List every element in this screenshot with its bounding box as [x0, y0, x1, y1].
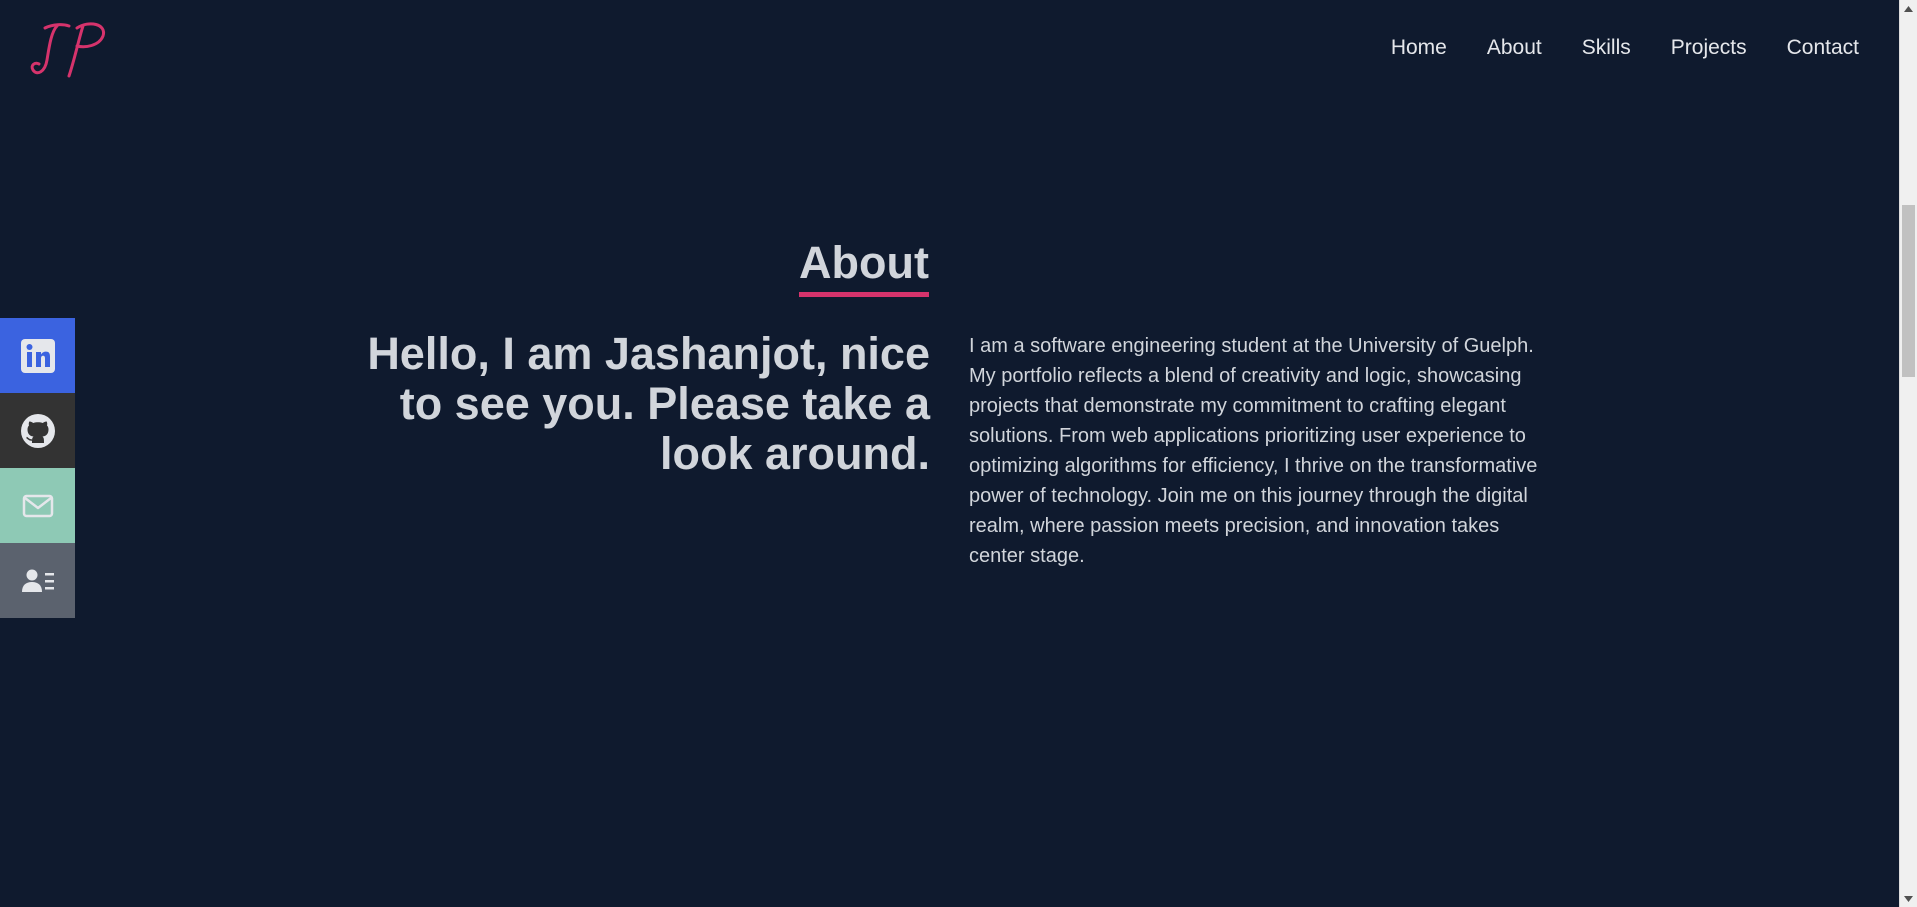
nav-home[interactable]: Home	[1391, 36, 1447, 60]
github-button[interactable]	[0, 393, 75, 468]
greeting-heading: Hello, I am Jashanjot, nice to see you. …	[367, 328, 930, 479]
about-heading: About	[799, 238, 929, 297]
scroll-down-arrow[interactable]	[1900, 890, 1917, 907]
logo[interactable]	[27, 18, 109, 80]
scroll-up-arrow[interactable]	[1900, 0, 1917, 17]
linkedin-icon	[20, 338, 55, 373]
logo-monogram-icon	[30, 22, 106, 78]
main-nav: Home About Skills Projects Contact	[1351, 36, 1859, 60]
nav-contact[interactable]: Contact	[1787, 36, 1859, 60]
nav-projects[interactable]: Projects	[1671, 36, 1747, 60]
bio-paragraph: I am a software engineering student at t…	[969, 335, 1538, 567]
site-header: Home About Skills Projects Contact	[0, 0, 1899, 98]
caret-up-icon	[1904, 5, 1913, 12]
about-title-wrap: About	[799, 238, 929, 297]
scrollbar-thumb[interactable]	[1902, 205, 1915, 377]
github-icon	[20, 413, 55, 448]
linkedin-button[interactable]	[0, 318, 75, 393]
email-button[interactable]	[0, 468, 75, 543]
nav-skills[interactable]: Skills	[1582, 36, 1631, 60]
caret-down-icon	[1904, 895, 1913, 902]
mail-icon	[22, 494, 53, 517]
nav-about[interactable]: About	[1487, 36, 1542, 60]
resume-button[interactable]	[0, 543, 75, 618]
social-sidebar	[0, 318, 75, 618]
vertical-scrollbar[interactable]	[1899, 0, 1917, 907]
resume-icon	[21, 569, 54, 592]
